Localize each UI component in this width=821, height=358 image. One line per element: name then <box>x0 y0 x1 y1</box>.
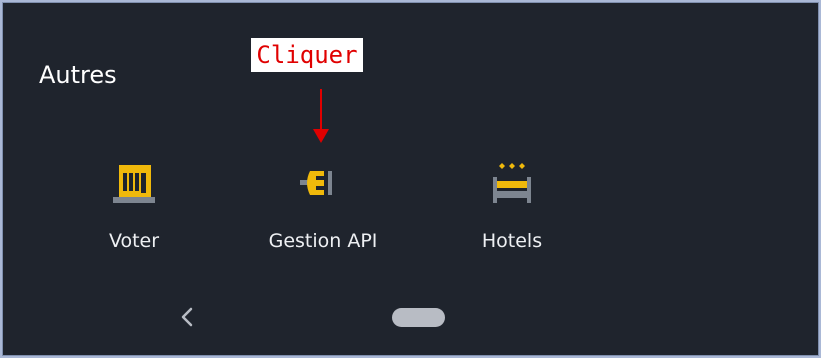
tile-gestion-api[interactable]: Gestion API <box>243 153 403 263</box>
click-callout: Cliquer <box>251 38 363 72</box>
tile-gestion-api-label: Gestion API <box>268 230 378 252</box>
section-title: Autres <box>39 61 117 89</box>
tile-voter-label: Voter <box>108 230 160 252</box>
home-pill-icon[interactable] <box>392 308 445 327</box>
tile-voter[interactable]: Voter <box>54 153 214 263</box>
chevron-left-icon[interactable] <box>175 303 199 331</box>
screen: Autres Cliquer Voter Gestion API Hotels <box>2 2 819 356</box>
plug-icon <box>300 171 332 195</box>
tile-hotels[interactable]: Hotels <box>432 153 592 263</box>
ballot-box-icon <box>113 165 155 203</box>
tile-hotels-label: Hotels <box>481 230 543 252</box>
bed-icon <box>493 163 531 203</box>
arrow-down-icon <box>313 89 329 143</box>
